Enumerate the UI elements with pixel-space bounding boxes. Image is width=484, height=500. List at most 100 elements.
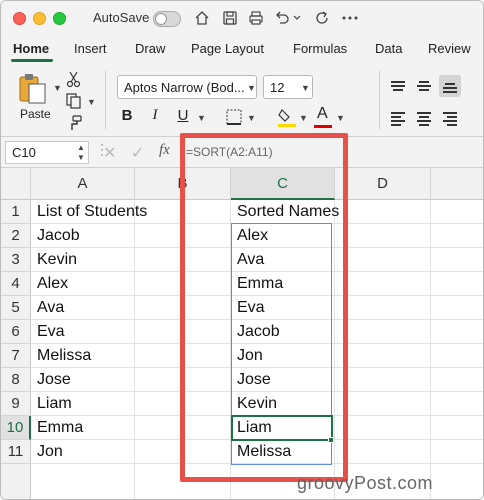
cell-a10[interactable]: Emma — [31, 416, 135, 440]
cell-a7[interactable]: Melissa — [31, 344, 135, 368]
cell-a12[interactable] — [31, 464, 135, 499]
row-header[interactable]: 1 — [1, 200, 31, 224]
cell-c9[interactable]: Kevin — [231, 392, 335, 416]
cell-e1[interactable] — [431, 200, 483, 224]
cell-b11[interactable] — [135, 440, 231, 464]
cell-a9[interactable]: Liam — [31, 392, 135, 416]
cell-e9[interactable] — [431, 392, 483, 416]
name-box-down-icon[interactable]: ▼ — [77, 153, 85, 162]
cell-b4[interactable] — [135, 272, 231, 296]
cell-c5[interactable]: Eva — [231, 296, 335, 320]
row-header[interactable] — [1, 464, 31, 499]
row-header[interactable]: 2 — [1, 224, 31, 248]
tab-page-layout[interactable]: Page Layout — [191, 41, 264, 56]
cell-b1[interactable] — [135, 200, 231, 224]
cell-e2[interactable] — [431, 224, 483, 248]
cell-e6[interactable] — [431, 320, 483, 344]
cell-e5[interactable] — [431, 296, 483, 320]
cell-a2[interactable]: Jacob — [31, 224, 135, 248]
align-center-icon[interactable] — [413, 107, 435, 129]
autosave-toggle[interactable] — [153, 11, 181, 27]
redo-icon[interactable] — [311, 7, 333, 29]
borders-chevron-icon[interactable]: ▼ — [247, 113, 256, 123]
cell-b7[interactable] — [135, 344, 231, 368]
copy-chevron-icon[interactable]: ▼ — [87, 97, 96, 107]
align-bottom-icon[interactable] — [439, 75, 461, 97]
align-left-icon[interactable] — [387, 107, 409, 129]
tab-formulas[interactable]: Formulas — [293, 41, 347, 56]
format-painter-icon[interactable] — [65, 114, 83, 132]
font-name-select[interactable]: Aptos Narrow (Bod... — [117, 75, 257, 99]
enter-icon[interactable]: ✓ — [131, 143, 144, 163]
cell-b3[interactable] — [135, 248, 231, 272]
row-header[interactable]: 4 — [1, 272, 31, 296]
column-header-e[interactable] — [431, 168, 483, 200]
cell-c11[interactable]: Melissa — [231, 440, 335, 464]
row-header[interactable]: 10 — [1, 416, 31, 440]
cell-b5[interactable] — [135, 296, 231, 320]
cell-d6[interactable] — [335, 320, 431, 344]
font-size-chevron-icon[interactable]: ▼ — [301, 83, 310, 93]
minimize-window-button[interactable] — [33, 12, 46, 25]
cell-e10[interactable] — [431, 416, 483, 440]
column-header-b[interactable]: B — [135, 168, 231, 200]
font-color-chevron-icon[interactable]: ▼ — [336, 113, 345, 123]
cell-d8[interactable] — [335, 368, 431, 392]
cell-d4[interactable] — [335, 272, 431, 296]
cell-d2[interactable] — [335, 224, 431, 248]
cell-c7[interactable]: Jon — [231, 344, 335, 368]
close-window-button[interactable] — [13, 12, 26, 25]
underline-button[interactable]: U — [173, 107, 193, 127]
column-header-c[interactable]: C — [231, 168, 335, 200]
fill-color-icon[interactable] — [277, 106, 297, 128]
row-header[interactable]: 9 — [1, 392, 31, 416]
fill-color-chevron-icon[interactable]: ▼ — [299, 113, 308, 123]
row-header[interactable]: 5 — [1, 296, 31, 320]
cell-d3[interactable] — [335, 248, 431, 272]
cell-c4[interactable]: Emma — [231, 272, 335, 296]
cell-b12[interactable] — [135, 464, 231, 499]
formula-input[interactable]: =SORT(A2:A11) — [186, 145, 273, 159]
print-icon[interactable] — [245, 7, 267, 29]
row-header[interactable]: 6 — [1, 320, 31, 344]
cell-b9[interactable] — [135, 392, 231, 416]
cell-d7[interactable] — [335, 344, 431, 368]
cell-a8[interactable]: Jose — [31, 368, 135, 392]
cell-e12[interactable] — [431, 464, 483, 499]
undo-chevron-icon[interactable] — [291, 7, 303, 29]
borders-icon[interactable] — [225, 108, 243, 126]
more-icon[interactable] — [339, 7, 361, 29]
zoom-window-button[interactable] — [53, 12, 66, 25]
fill-handle[interactable] — [328, 437, 334, 443]
align-right-icon[interactable] — [439, 107, 461, 129]
font-color-button[interactable]: A — [313, 105, 333, 129]
insert-function-icon[interactable]: fx — [159, 142, 170, 159]
cell-a6[interactable]: Eva — [31, 320, 135, 344]
scissors-icon[interactable] — [65, 70, 83, 88]
row-header[interactable]: 8 — [1, 368, 31, 392]
italic-button[interactable]: I — [145, 107, 165, 127]
cell-c2[interactable]: Alex — [231, 224, 335, 248]
cell-c3[interactable]: Ava — [231, 248, 335, 272]
cell-a3[interactable]: Kevin — [31, 248, 135, 272]
cell-e11[interactable] — [431, 440, 483, 464]
row-header[interactable]: 3 — [1, 248, 31, 272]
copy-icon[interactable] — [65, 92, 83, 110]
cancel-icon[interactable]: ✕ — [103, 143, 116, 163]
cell-b8[interactable] — [135, 368, 231, 392]
align-top-icon[interactable] — [387, 75, 409, 97]
cell-b2[interactable] — [135, 224, 231, 248]
column-header-a[interactable]: A — [31, 168, 135, 200]
save-icon[interactable] — [219, 7, 241, 29]
cell-c10[interactable]: Liam — [231, 416, 335, 440]
cell-b10[interactable] — [135, 416, 231, 440]
cell-e8[interactable] — [431, 368, 483, 392]
cell-d1[interactable] — [335, 200, 431, 224]
cell-c1[interactable]: Sorted Names — [231, 200, 339, 224]
paste-icon[interactable] — [17, 71, 53, 105]
cell-a1[interactable]: List of Students — [31, 200, 147, 224]
cell-c6[interactable]: Jacob — [231, 320, 335, 344]
cell-e7[interactable] — [431, 344, 483, 368]
select-all-corner[interactable] — [1, 168, 31, 200]
row-header[interactable]: 11 — [1, 440, 31, 464]
